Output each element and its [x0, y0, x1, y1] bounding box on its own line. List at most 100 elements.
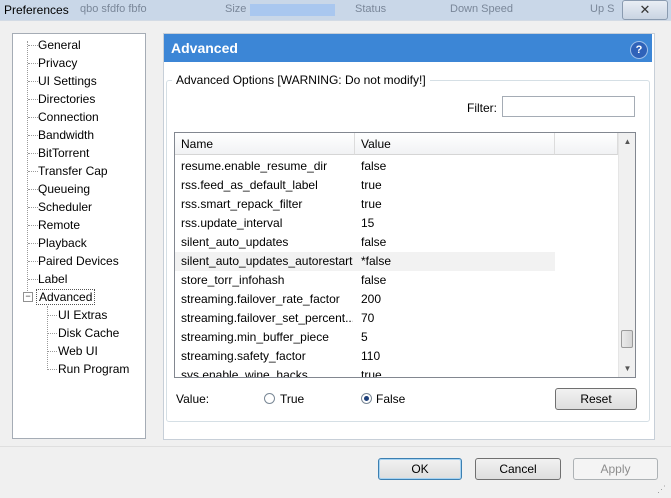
radio-true[interactable]	[264, 393, 275, 404]
help-icon[interactable]: ?	[630, 41, 648, 59]
tree-item-run-program[interactable]: Run Program	[56, 360, 131, 378]
tree-item-queueing[interactable]: Queueing	[36, 180, 92, 198]
list-row[interactable]: silent_auto_updates false	[175, 233, 555, 252]
filter-label: Filter:	[467, 101, 497, 115]
tree-item-paired-devices[interactable]: Paired Devices	[36, 252, 121, 270]
radio-false-label[interactable]: False	[376, 392, 405, 406]
setting-name: rss.smart_repack_filter	[181, 197, 303, 211]
tree-item-label-category[interactable]: Label	[36, 270, 69, 288]
list-row[interactable]: rss.feed_as_default_label true	[175, 176, 555, 195]
tree-item-remote[interactable]: Remote	[36, 216, 82, 234]
setting-name: rss.update_interval	[181, 216, 283, 230]
tree-item-label: UI Extras	[58, 308, 108, 322]
tree-item-privacy[interactable]: Privacy	[36, 54, 79, 72]
tree-item-bittorrent[interactable]: BitTorrent	[36, 144, 91, 162]
minus-icon: −	[25, 291, 31, 301]
ok-button[interactable]: OK	[378, 458, 462, 480]
window-title: Preferences	[4, 3, 69, 17]
close-icon: ✕	[639, 2, 651, 17]
column-header-value[interactable]: Value	[355, 133, 555, 155]
setting-name: streaming.failover_rate_factor	[181, 292, 340, 306]
radio-true-label[interactable]: True	[280, 392, 304, 406]
list-row[interactable]: streaming.safety_factor 110	[175, 347, 555, 366]
bg-column-up-speed: Up S	[590, 3, 615, 15]
advanced-settings-list[interactable]: Name Value resume.enable_resume_dir false…	[174, 132, 636, 378]
setting-value: true	[361, 368, 382, 378]
tree-item-label: Transfer Cap	[38, 164, 108, 178]
tree-item-bandwidth[interactable]: Bandwidth	[36, 126, 96, 144]
list-row[interactable]: streaming.failover_set_percent... 70	[175, 309, 555, 328]
vertical-scrollbar[interactable]: ▲ ▼	[618, 133, 635, 377]
apply-button[interactable]: Apply	[573, 458, 658, 480]
tree-item-label: Disk Cache	[58, 326, 120, 340]
tree-item-label: Remote	[38, 218, 81, 232]
bg-column-status: Status	[355, 3, 387, 15]
scroll-up-icon[interactable]: ▲	[619, 133, 635, 150]
section-header: Advanced ?	[164, 34, 652, 62]
setting-value: false	[361, 235, 387, 249]
setting-value: 5	[361, 330, 368, 344]
section-title: Advanced	[171, 40, 238, 56]
list-row[interactable]: sys.enable_wine_hacks true	[175, 366, 555, 378]
tree-item-label: Directories	[38, 92, 96, 106]
resize-grip-icon[interactable]: ⋰	[657, 483, 669, 495]
setting-value: *false	[361, 254, 392, 268]
cancel-button[interactable]: Cancel	[475, 458, 561, 480]
tree-item-label: Privacy	[38, 56, 78, 70]
close-button[interactable]: ✕	[622, 0, 668, 20]
tree-collapse-toggle[interactable]: −	[23, 292, 33, 302]
setting-value: true	[361, 197, 382, 211]
background-app-strip: qbo sfdfo fbfo Size Status Down Speed Up…	[80, 0, 620, 20]
list-row[interactable]: resume.enable_resume_dir false	[175, 157, 555, 176]
setting-name: streaming.safety_factor	[181, 349, 306, 363]
tree-item-label: UI Settings	[38, 74, 97, 88]
scroll-down-icon[interactable]: ▼	[619, 360, 635, 377]
setting-value: 15	[361, 216, 375, 230]
setting-value: 200	[361, 292, 382, 306]
column-header-empty	[555, 133, 618, 155]
setting-name: streaming.failover_set_percent...	[181, 311, 353, 325]
filter-input[interactable]	[502, 96, 635, 117]
list-row[interactable]: store_torr_infohash false	[175, 271, 555, 290]
category-tree[interactable]: General Privacy UI Settings Directories …	[12, 33, 146, 439]
title-bar[interactable]: qbo sfdfo fbfo Size Status Down Speed Up…	[0, 0, 671, 20]
radio-false[interactable]	[361, 393, 372, 404]
bg-progress-bar	[250, 4, 335, 16]
column-header-name[interactable]: Name	[175, 133, 355, 155]
tree-item-web-ui[interactable]: Web UI	[56, 342, 100, 360]
tree-item-label: Bandwidth	[38, 128, 95, 142]
list-row[interactable]: rss.smart_repack_filter true	[175, 195, 555, 214]
scrollbar-thumb[interactable]	[621, 330, 633, 348]
setting-name: store_torr_infohash	[181, 273, 285, 287]
setting-name: resume.enable_resume_dir	[181, 159, 328, 173]
group-legend: Advanced Options [WARNING: Do not modify…	[172, 73, 430, 87]
tree-item-disk-cache[interactable]: Disk Cache	[56, 324, 121, 342]
tree-item-ui-extras[interactable]: UI Extras	[56, 306, 109, 324]
setting-name: silent_auto_updates_autorestart	[181, 254, 353, 268]
list-row-selected[interactable]: silent_auto_updates_autorestart *false	[175, 252, 555, 271]
tree-item-label: BitTorrent	[38, 146, 90, 160]
value-label: Value:	[176, 392, 210, 406]
tree-item-label: Paired Devices	[38, 254, 119, 268]
tree-item-connection[interactable]: Connection	[36, 108, 101, 126]
list-row[interactable]: streaming.failover_rate_factor 200	[175, 290, 555, 309]
tree-item-label: Web UI	[58, 344, 98, 358]
tree-item-ui-settings[interactable]: UI Settings	[36, 72, 99, 90]
list-row[interactable]: streaming.min_buffer_piece 5	[175, 328, 555, 347]
tree-item-label: General	[38, 38, 81, 52]
tree-item-playback[interactable]: Playback	[36, 234, 89, 252]
tree-item-label: Playback	[38, 236, 87, 250]
tree-item-transfer-cap[interactable]: Transfer Cap	[36, 162, 110, 180]
tree-item-general[interactable]: General	[36, 36, 83, 54]
setting-value: false	[361, 273, 387, 287]
setting-value: 110	[361, 349, 381, 363]
tree-item-scheduler[interactable]: Scheduler	[36, 198, 94, 216]
tree-item-label: Scheduler	[38, 200, 93, 214]
footer-separator	[0, 446, 671, 447]
tree-item-directories[interactable]: Directories	[36, 90, 97, 108]
tree-item-advanced[interactable]: Advanced	[36, 288, 96, 306]
list-row[interactable]: rss.update_interval 15	[175, 214, 555, 233]
reset-button[interactable]: Reset	[555, 388, 637, 410]
setting-value: true	[361, 178, 382, 192]
preferences-window: qbo sfdfo fbfo Size Status Down Speed Up…	[0, 0, 671, 498]
